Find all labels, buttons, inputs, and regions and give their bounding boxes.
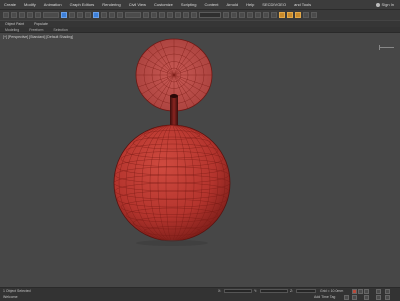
grid-status: Grid = 10.0mm — [320, 289, 344, 293]
add-time-tag[interactable]: Add Time Tag — [314, 295, 335, 299]
menu-help[interactable]: Help — [242, 2, 258, 7]
ground-shadow — [136, 240, 208, 246]
render-setup-icon[interactable] — [279, 12, 285, 18]
sphere-mesh — [113, 124, 231, 242]
next-frame-icon[interactable] — [364, 289, 369, 294]
play-icon[interactable] — [358, 289, 363, 294]
menu-civil-view[interactable]: Civil View — [125, 2, 150, 7]
angle-snap-icon[interactable] — [175, 12, 181, 18]
scene-explorer-icon[interactable] — [247, 12, 253, 18]
menu-create[interactable]: Create — [0, 2, 20, 7]
menu-graph-editors[interactable]: Graph Editors — [66, 2, 99, 7]
status-bar: 1 Object Selected X: Y: Z: Grid = 10.0mm… — [0, 287, 400, 301]
menu-rendering[interactable]: Rendering — [98, 2, 124, 7]
rectangular-selection-icon[interactable] — [77, 12, 83, 18]
select-by-name-icon[interactable] — [69, 12, 75, 18]
select-move-icon[interactable] — [93, 12, 99, 18]
schematic-view-icon[interactable] — [263, 12, 269, 18]
pivot-center-icon[interactable] — [143, 12, 149, 18]
menu-scripting[interactable]: Scripting — [177, 2, 201, 7]
spinner-snap-icon[interactable] — [191, 12, 197, 18]
maximize-viewport-icon[interactable] — [376, 295, 381, 300]
menu-tools[interactable]: and Tools — [290, 2, 315, 7]
menu-modify[interactable]: Modify — [20, 2, 40, 7]
coord-z-label: Z: — [290, 289, 294, 293]
unlink-icon[interactable] — [27, 12, 33, 18]
pan-icon[interactable] — [385, 289, 390, 294]
material-editor-icon[interactable] — [271, 12, 277, 18]
window-crossing-icon[interactable] — [85, 12, 91, 18]
select-scale-icon[interactable] — [109, 12, 115, 18]
user-icon — [375, 2, 380, 7]
menu-customize[interactable]: Customize — [150, 2, 177, 7]
main-toolbar — [0, 10, 400, 20]
perspective-viewport[interactable]: [+] [Perspective] [Standard] [Default Sh… — [0, 33, 400, 287]
selection-status: 1 Object Selected — [3, 289, 31, 293]
tab-populate[interactable]: Populate — [29, 22, 53, 26]
welcome-prompt: Welcome — [3, 295, 18, 299]
menu-animation[interactable]: Animation — [40, 2, 66, 7]
curve-editor-icon[interactable] — [255, 12, 261, 18]
menu-arnold[interactable]: Arnold — [223, 2, 243, 7]
set-key-icon[interactable] — [344, 295, 349, 300]
key-filters-icon[interactable] — [352, 295, 357, 300]
tab-freeform[interactable]: Freeform — [24, 28, 48, 32]
sign-in-button[interactable]: Sign In — [375, 2, 400, 7]
render-frame-icon[interactable] — [287, 12, 293, 18]
menu-secdivgeo[interactable]: SECDIVGEO — [258, 2, 290, 7]
render-production-icon[interactable] — [295, 12, 301, 18]
tab-modeling[interactable]: Modeling — [0, 28, 24, 32]
zoom-icon[interactable] — [376, 289, 381, 294]
mirror-icon[interactable] — [223, 12, 229, 18]
snaps-toggle-icon[interactable] — [167, 12, 173, 18]
percent-snap-icon[interactable] — [183, 12, 189, 18]
align-icon[interactable] — [231, 12, 237, 18]
tab-selection[interactable]: Selection — [48, 28, 72, 32]
coord-x-field[interactable] — [224, 289, 252, 293]
reference-coordinate-dropdown[interactable] — [125, 12, 141, 18]
sign-in-label: Sign In — [381, 2, 394, 7]
select-place-icon[interactable] — [117, 12, 123, 18]
select-object-icon[interactable] — [61, 12, 67, 18]
redo-icon[interactable] — [11, 12, 17, 18]
link-icon[interactable] — [19, 12, 25, 18]
keyboard-shortcut-icon[interactable] — [159, 12, 165, 18]
a360-gallery-icon[interactable] — [311, 12, 317, 18]
coord-y-label: Y: — [254, 289, 258, 293]
selection-filter-dropdown[interactable] — [43, 12, 59, 18]
undo-icon[interactable] — [3, 12, 9, 18]
render-cloud-icon[interactable] — [303, 12, 309, 18]
tab-object-paint[interactable]: Object Paint — [0, 22, 29, 26]
auto-key-button[interactable] — [352, 289, 357, 294]
named-selection-sets-field[interactable] — [199, 12, 221, 18]
menu-content[interactable]: Content — [200, 2, 222, 7]
manipulate-icon[interactable] — [151, 12, 157, 18]
select-rotate-icon[interactable] — [101, 12, 107, 18]
orbit-icon[interactable] — [364, 295, 369, 300]
mesh-model[interactable] — [0, 33, 400, 287]
coord-x-label: X: — [218, 289, 222, 293]
menu-bar: Create Modify Animation Graph Editors Re… — [0, 0, 400, 10]
layer-explorer-icon[interactable] — [239, 12, 245, 18]
coord-y-field[interactable] — [260, 289, 288, 293]
bind-spacewarp-icon[interactable] — [35, 12, 41, 18]
field-of-view-icon[interactable] — [385, 295, 390, 300]
coord-z-field[interactable] — [296, 289, 316, 293]
